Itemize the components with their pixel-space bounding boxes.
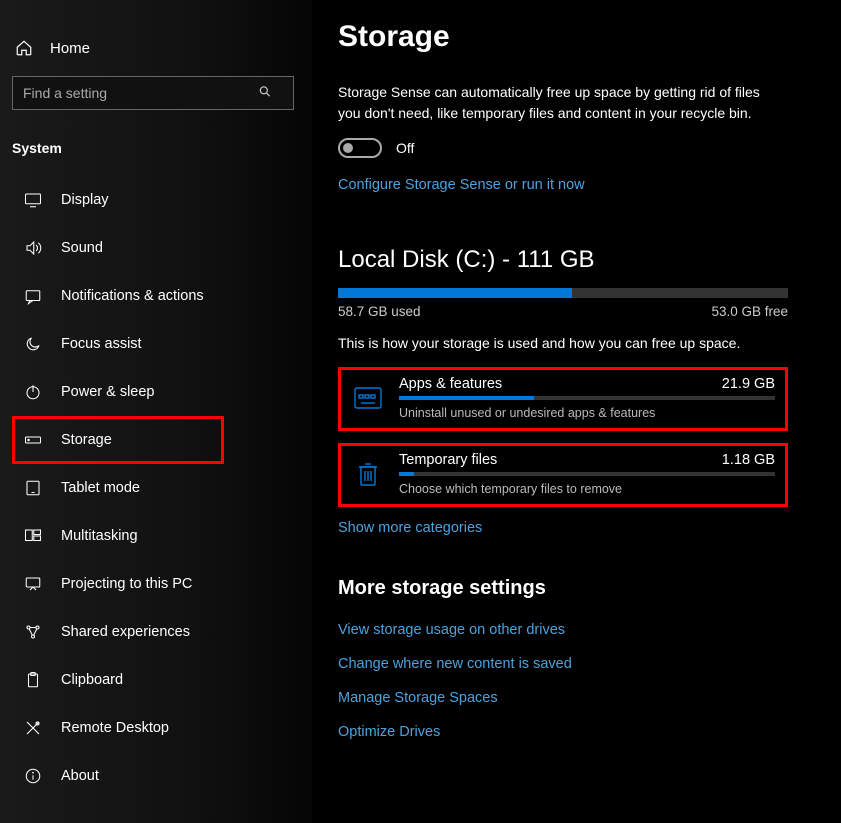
- remote-desktop-icon: [23, 718, 43, 738]
- category-bar-fill: [399, 472, 414, 476]
- sidebar-item-sound[interactable]: Sound: [12, 224, 300, 272]
- change-content-save-link[interactable]: Change where new content is saved: [338, 656, 815, 672]
- configure-storage-sense-link[interactable]: Configure Storage Sense or run it now: [338, 177, 585, 193]
- search-input[interactable]: [12, 76, 294, 110]
- category-name: Apps & features: [399, 376, 502, 392]
- sidebar-item-focus-assist[interactable]: Focus assist: [12, 320, 300, 368]
- sidebar-item-label: Remote Desktop: [61, 720, 169, 736]
- disk-usage-fill: [338, 288, 572, 298]
- sidebar-item-label: Storage: [61, 432, 112, 448]
- manage-storage-spaces-link[interactable]: Manage Storage Spaces: [338, 690, 815, 706]
- display-icon: [23, 190, 43, 210]
- sidebar-item-label: Focus assist: [61, 336, 142, 352]
- section-header: System: [12, 134, 300, 176]
- home-link[interactable]: Home: [12, 32, 300, 76]
- storage-sense-description: Storage Sense can automatically free up …: [338, 82, 778, 124]
- focus-assist-icon: [23, 334, 43, 354]
- apps-icon: [351, 381, 385, 415]
- sidebar-item-multitasking[interactable]: Multitasking: [12, 512, 300, 560]
- show-more-categories-link[interactable]: Show more categories: [338, 520, 482, 536]
- search-box: [12, 76, 300, 110]
- page-title: Storage: [338, 20, 815, 54]
- disk-usage-bar: [338, 288, 788, 298]
- optimize-drives-link[interactable]: Optimize Drives: [338, 724, 815, 740]
- sidebar-item-shared-experiences[interactable]: Shared experiences: [12, 608, 300, 656]
- sidebar-item-label: Notifications & actions: [61, 288, 204, 304]
- home-icon: [14, 38, 34, 58]
- disk-free: 53.0 GB free: [711, 304, 788, 319]
- sidebar-item-power-sleep[interactable]: Power & sleep: [12, 368, 300, 416]
- storage-sense-toggle[interactable]: [338, 138, 382, 158]
- home-label: Home: [50, 40, 90, 57]
- shared-icon: [23, 622, 43, 642]
- sidebar-item-label: Sound: [61, 240, 103, 256]
- category-body: Apps & features 21.9 GB Uninstall unused…: [399, 376, 775, 420]
- sidebar-item-label: Tablet mode: [61, 480, 140, 496]
- category-bar-fill: [399, 396, 534, 400]
- notifications-icon: [23, 286, 43, 306]
- nav-list: Display Sound Notifications & actions Fo…: [12, 176, 300, 800]
- storage-sense-toggle-row: Off: [338, 138, 815, 158]
- sidebar-item-label: Multitasking: [61, 528, 138, 544]
- sidebar-item-notifications[interactable]: Notifications & actions: [12, 272, 300, 320]
- category-apps-features[interactable]: Apps & features 21.9 GB Uninstall unused…: [338, 367, 788, 431]
- category-subtitle: Uninstall unused or undesired apps & fea…: [399, 406, 775, 420]
- sound-icon: [23, 238, 43, 258]
- power-icon: [23, 382, 43, 402]
- disk-heading: Local Disk (C:) - 111 GB: [338, 246, 815, 274]
- search-icon: [258, 85, 272, 102]
- sidebar-item-tablet-mode[interactable]: Tablet mode: [12, 464, 300, 512]
- trash-icon: [351, 457, 385, 491]
- category-temporary-files[interactable]: Temporary files 1.18 GB Choose which tem…: [338, 443, 788, 507]
- clipboard-icon: [23, 670, 43, 690]
- sidebar-item-clipboard[interactable]: Clipboard: [12, 656, 300, 704]
- storage-icon: [23, 430, 43, 450]
- sidebar-item-projecting[interactable]: Projecting to this PC: [12, 560, 300, 608]
- category-bar: [399, 472, 775, 476]
- sidebar-item-label: Shared experiences: [61, 624, 190, 640]
- multitasking-icon: [23, 526, 43, 546]
- more-settings-links: View storage usage on other drives Chang…: [338, 622, 815, 740]
- view-storage-other-drives-link[interactable]: View storage usage on other drives: [338, 622, 815, 638]
- disk-stats: 58.7 GB used 53.0 GB free: [338, 304, 788, 319]
- disk-used: 58.7 GB used: [338, 304, 421, 319]
- usage-description: This is how your storage is used and how…: [338, 335, 815, 351]
- category-body: Temporary files 1.18 GB Choose which tem…: [399, 452, 775, 496]
- sidebar-item-display[interactable]: Display: [12, 176, 300, 224]
- category-size: 1.18 GB: [722, 452, 775, 468]
- sidebar-item-label: About: [61, 768, 99, 784]
- sidebar: Home System Display Sound Notifications …: [0, 0, 312, 823]
- sidebar-item-label: Clipboard: [61, 672, 123, 688]
- sidebar-item-label: Projecting to this PC: [61, 576, 192, 592]
- sidebar-item-storage[interactable]: Storage: [12, 416, 224, 464]
- category-name: Temporary files: [399, 452, 497, 468]
- tablet-icon: [23, 478, 43, 498]
- category-subtitle: Choose which temporary files to remove: [399, 482, 775, 496]
- more-settings-heading: More storage settings: [338, 577, 815, 600]
- category-bar: [399, 396, 775, 400]
- category-size: 21.9 GB: [722, 376, 775, 392]
- sidebar-item-remote-desktop[interactable]: Remote Desktop: [12, 704, 300, 752]
- projecting-icon: [23, 574, 43, 594]
- sidebar-item-label: Power & sleep: [61, 384, 155, 400]
- toggle-label: Off: [396, 140, 414, 156]
- sidebar-item-label: Display: [61, 192, 109, 208]
- sidebar-item-about[interactable]: About: [12, 752, 300, 800]
- main-content: Storage Storage Sense can automatically …: [312, 0, 841, 823]
- about-icon: [23, 766, 43, 786]
